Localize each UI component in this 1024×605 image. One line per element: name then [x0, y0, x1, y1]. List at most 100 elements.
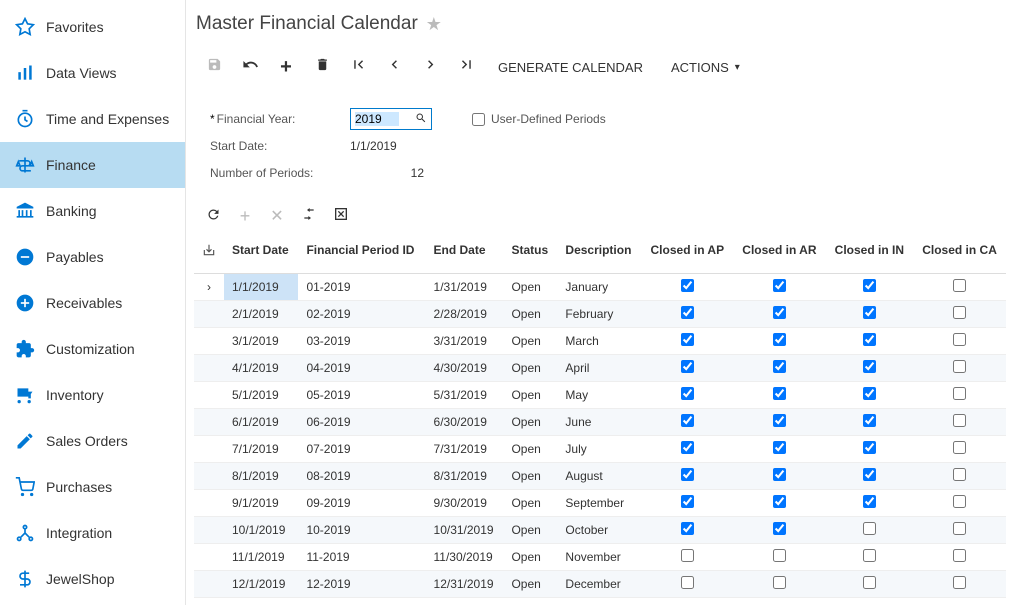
col-closed-ar[interactable]: Closed in AR [733, 237, 825, 273]
closed-in-checkbox[interactable] [863, 468, 876, 481]
closed-ar-checkbox[interactable] [773, 549, 786, 562]
closed-ap-checkbox[interactable] [681, 549, 694, 562]
col-closed-ap[interactable]: Closed in AP [641, 237, 733, 273]
sidebar-item-banking[interactable]: Banking [0, 188, 185, 234]
closed-ar-checkbox[interactable] [773, 414, 786, 427]
table-row[interactable]: 11/1/201911-201911/30/2019OpenNovember [194, 543, 1006, 570]
closed-ap-checkbox[interactable] [681, 576, 694, 589]
sidebar-item-purchases[interactable]: Purchases [0, 464, 185, 510]
row-handle[interactable]: › [194, 273, 224, 300]
closed-ap-checkbox[interactable] [681, 279, 694, 292]
undo-button[interactable] [232, 53, 268, 81]
sidebar-item-receivables[interactable]: Receivables [0, 280, 185, 326]
row-handle[interactable] [194, 570, 224, 597]
closed-ar-checkbox[interactable] [773, 360, 786, 373]
sidebar-item-data-views[interactable]: Data Views [0, 50, 185, 96]
closed-ca-checkbox[interactable] [953, 576, 966, 589]
table-row[interactable]: 9/1/201909-20199/30/2019OpenSeptember [194, 489, 1006, 516]
table-row[interactable]: 8/1/201908-20198/31/2019OpenAugust [194, 462, 1006, 489]
closed-in-checkbox[interactable] [863, 414, 876, 427]
row-handle[interactable] [194, 327, 224, 354]
sidebar-item-customization[interactable]: Customization [0, 326, 185, 372]
col-start-date[interactable]: Start Date [224, 237, 298, 273]
next-button[interactable] [412, 53, 448, 81]
closed-in-checkbox[interactable] [863, 495, 876, 508]
row-handle[interactable] [194, 408, 224, 435]
col-status[interactable]: Status [503, 237, 557, 273]
table-row[interactable]: 3/1/201903-20193/31/2019OpenMarch [194, 327, 1006, 354]
financial-year-input[interactable] [355, 112, 399, 126]
sidebar-item-sales-orders[interactable]: Sales Orders [0, 418, 185, 464]
row-handle[interactable] [194, 462, 224, 489]
closed-ca-checkbox[interactable] [953, 306, 966, 319]
col-period-id[interactable]: Financial Period ID [298, 237, 425, 273]
table-row[interactable]: 6/1/201906-20196/30/2019OpenJune [194, 408, 1006, 435]
closed-in-checkbox[interactable] [863, 576, 876, 589]
closed-ap-checkbox[interactable] [681, 360, 694, 373]
sidebar-item-jewelshop[interactable]: JewelShop [0, 556, 185, 602]
financial-year-input-wrap[interactable] [350, 108, 432, 130]
sidebar-item-finance[interactable]: Finance [0, 142, 185, 188]
table-row[interactable]: 10/1/201910-201910/31/2019OpenOctober [194, 516, 1006, 543]
sidebar-item-inventory[interactable]: Inventory [0, 372, 185, 418]
row-handle[interactable] [194, 489, 224, 516]
closed-ar-checkbox[interactable] [773, 333, 786, 346]
closed-ar-checkbox[interactable] [773, 576, 786, 589]
closed-ap-checkbox[interactable] [681, 306, 694, 319]
closed-in-checkbox[interactable] [863, 306, 876, 319]
closed-ar-checkbox[interactable] [773, 387, 786, 400]
sidebar-item-time-expenses[interactable]: Time and Expenses [0, 96, 185, 142]
table-row[interactable]: 4/1/201904-20194/30/2019OpenApril [194, 354, 1006, 381]
closed-ar-checkbox[interactable] [773, 441, 786, 454]
row-handle[interactable] [194, 516, 224, 543]
sidebar-item-favorites[interactable]: Favorites [0, 4, 185, 50]
closed-in-checkbox[interactable] [863, 360, 876, 373]
closed-ap-checkbox[interactable] [681, 387, 694, 400]
col-export-icon[interactable] [194, 237, 224, 273]
closed-ap-checkbox[interactable] [681, 495, 694, 508]
generate-calendar-button[interactable]: GENERATE CALENDAR [484, 53, 657, 81]
row-handle[interactable] [194, 543, 224, 570]
closed-ca-checkbox[interactable] [953, 441, 966, 454]
closed-in-checkbox[interactable] [863, 387, 876, 400]
closed-ca-checkbox[interactable] [953, 468, 966, 481]
closed-ar-checkbox[interactable] [773, 306, 786, 319]
table-row[interactable]: 5/1/201905-20195/31/2019OpenMay [194, 381, 1006, 408]
closed-ca-checkbox[interactable] [953, 360, 966, 373]
last-button[interactable] [448, 53, 484, 81]
closed-ap-checkbox[interactable] [681, 414, 694, 427]
first-button[interactable] [340, 53, 376, 81]
closed-ap-checkbox[interactable] [681, 468, 694, 481]
add-button[interactable]: + [268, 53, 304, 81]
closed-in-checkbox[interactable] [863, 549, 876, 562]
table-row[interactable]: 2/1/201902-20192/28/2019OpenFebruary [194, 300, 1006, 327]
delete-button[interactable] [304, 53, 340, 81]
closed-ca-checkbox[interactable] [953, 387, 966, 400]
export-button[interactable] [326, 203, 356, 229]
closed-ar-checkbox[interactable] [773, 495, 786, 508]
row-handle[interactable] [194, 300, 224, 327]
closed-ca-checkbox[interactable] [953, 522, 966, 535]
sidebar-item-payables[interactable]: Payables [0, 234, 185, 280]
col-closed-ca[interactable]: Closed in CA [913, 237, 1006, 273]
closed-ca-checkbox[interactable] [953, 495, 966, 508]
closed-ca-checkbox[interactable] [953, 279, 966, 292]
favorite-star-icon[interactable]: ★ [426, 14, 442, 35]
closed-ap-checkbox[interactable] [681, 522, 694, 535]
closed-in-checkbox[interactable] [863, 441, 876, 454]
closed-in-checkbox[interactable] [863, 522, 876, 535]
row-handle[interactable] [194, 381, 224, 408]
closed-ca-checkbox[interactable] [953, 414, 966, 427]
closed-ar-checkbox[interactable] [773, 279, 786, 292]
closed-ar-checkbox[interactable] [773, 468, 786, 481]
col-description[interactable]: Description [557, 237, 641, 273]
closed-ca-checkbox[interactable] [953, 333, 966, 346]
user-defined-periods[interactable]: User-Defined Periods [472, 112, 606, 126]
sidebar-item-integration[interactable]: Integration [0, 510, 185, 556]
fit-columns-button[interactable] [294, 203, 324, 229]
prev-button[interactable] [376, 53, 412, 81]
save-button[interactable] [196, 53, 232, 81]
closed-in-checkbox[interactable] [863, 279, 876, 292]
closed-ap-checkbox[interactable] [681, 441, 694, 454]
col-end-date[interactable]: End Date [426, 237, 504, 273]
